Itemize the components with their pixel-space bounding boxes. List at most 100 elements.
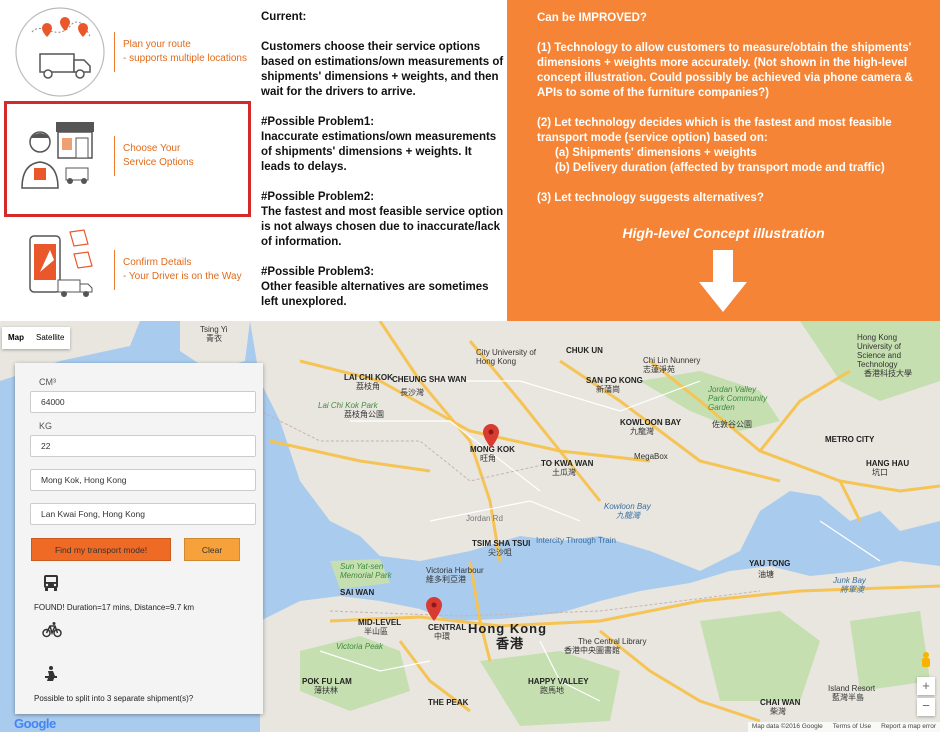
highlight-box (4, 101, 251, 217)
map-label: 荔枝角公園 (344, 410, 384, 419)
problem-1-title: #Possible Problem1: (261, 116, 375, 128)
map-label: 香港 (496, 636, 525, 651)
clear-button[interactable]: Clear (184, 538, 240, 561)
map-label: Chi Lin Nunnery (643, 356, 701, 365)
map-label: Victoria Harbour (426, 566, 484, 575)
map-label: Intercity Through Train (536, 536, 616, 545)
step-divider (114, 32, 115, 72)
zoom-out-icon[interactable]: − (917, 698, 935, 716)
google-logo-text: Google (14, 716, 56, 731)
map-label: 香港中央圖書館 (564, 646, 620, 655)
cm-input[interactable] (30, 391, 256, 413)
route-planning-illustration (12, 4, 108, 100)
current-description: Customers choose their service options b… (261, 41, 504, 98)
map-label: The Central Library (578, 637, 647, 646)
problem-3-text: Other feasible alternatives are sometime… (261, 281, 489, 308)
map-view[interactable]: Tsing Yi 青衣 LAI CHI KOK 荔枝角 CHEUNG SHA W… (0, 321, 940, 732)
map-label: 跑馬地 (540, 686, 564, 695)
step-text: Plan your route - supports multiple loca… (123, 38, 247, 66)
step-text: Confirm Details - Your Driver is on the … (123, 256, 242, 284)
problem-3: #Possible Problem3: Other feasible alter… (261, 265, 504, 310)
map-label: Sun Yat-sen Memorial Park (340, 562, 392, 580)
map-label: 坑口 (872, 468, 888, 477)
driver-phone-illustration (12, 222, 108, 318)
map-footer: Map data ©2016 Google Terms of Use Repor… (747, 722, 940, 732)
kg-label: KG (39, 421, 53, 431)
map-label: Jordan Valley Park Community Garden (708, 385, 768, 412)
result-text: FOUND! Duration=17 mins, Distance=9.7 km (34, 603, 195, 612)
map-label: HAPPY VALLEY (528, 677, 589, 686)
map-label: CHAI WAN (760, 698, 801, 707)
zoom-in-icon[interactable]: + (917, 677, 935, 695)
walking-icon[interactable] (42, 665, 60, 683)
problem-3-title: #Possible Problem3: (261, 266, 375, 278)
map-type-control: Map Satellite (2, 327, 71, 349)
transport-form-panel: CM³ KG Find my transport mode! Clear FOU… (15, 363, 263, 714)
map-label: 中環 (434, 632, 450, 641)
map-label: City University of Hong Kong (476, 348, 537, 366)
map-label: TSIM SHA TSUI (472, 539, 531, 548)
kg-input[interactable] (30, 435, 256, 457)
terms-link[interactable]: Terms of Use (833, 723, 871, 731)
split-suggestion: Possible to split into 3 separate shipme… (34, 694, 194, 703)
improved-heading: Can be IMPROVED? (537, 12, 647, 24)
problem-1: #Possible Problem1: Inaccurate estimatio… (261, 115, 504, 175)
step-confirm-details: Confirm Details - Your Driver is on the … (12, 222, 258, 318)
map-label: 薄扶林 (314, 686, 338, 695)
map-label: Lai Chi Kok Park (318, 401, 378, 410)
bicycle-icon[interactable] (42, 621, 62, 639)
problem-2: #Possible Problem2: The fastest and most… (261, 190, 504, 250)
map-label: 維多利亞港 (426, 575, 466, 584)
map-label: 藍灣半島 (832, 693, 864, 702)
map-label: 九龍灣 (630, 427, 654, 436)
map-label: METRO CITY (825, 435, 875, 444)
current-situation: Current: Customers choose their service … (261, 10, 504, 325)
map-label: THE PEAK (428, 698, 469, 707)
google-logo: Google (14, 716, 56, 731)
map-label: 油塘 (758, 570, 774, 579)
find-transport-button[interactable]: Find my transport mode! (31, 538, 171, 561)
report-error-link[interactable]: Report a map error (881, 723, 936, 731)
tab-map[interactable]: Map (2, 327, 30, 349)
map-label: 將軍澳 (840, 585, 864, 594)
map-label: 新蒲崗 (596, 385, 620, 394)
map-label: Island Resort (828, 684, 876, 693)
map-label: 九龍灣 (616, 511, 640, 520)
map-label: LAI CHI KOK (344, 373, 393, 382)
down-arrow-icon (699, 250, 747, 312)
tab-satellite[interactable]: Satellite (30, 327, 70, 349)
map-label: 土瓜灣 (552, 468, 576, 477)
improvement-1: (1) Technology to allow customers to mea… (537, 42, 913, 99)
map-label: Kowloon Bay (604, 502, 651, 511)
map-label: 柴灣 (770, 707, 786, 716)
map-label: MegaBox (634, 452, 668, 461)
map-label: 旺角 (480, 454, 496, 463)
pegman-icon[interactable] (917, 651, 935, 673)
improvement-2-text: (2) Let technology decides which is the … (537, 117, 892, 144)
map-label: Junk Bay (833, 576, 866, 585)
destination-input[interactable] (30, 503, 256, 525)
improvement-2a: (a) Shipments' dimensions + weights (555, 147, 757, 159)
map-label: 長沙灣 (400, 388, 424, 397)
problem-2-title: #Possible Problem2: (261, 191, 375, 203)
improvement-2b: (b) Delivery duration (affected by trans… (555, 162, 885, 174)
map-label: Hong Kong (468, 621, 548, 636)
map-label: TO KWA WAN (541, 459, 594, 468)
problem-1-text: Inaccurate estimations/own measurements … (261, 131, 497, 173)
cm-label: CM³ (39, 377, 56, 387)
map-label: CHUK UN (566, 346, 603, 355)
map-pin-icon[interactable] (483, 424, 499, 448)
step-plan-route: Plan your route - supports multiple loca… (12, 4, 258, 100)
map-label: Hong Kong University of Science and Tech… (857, 333, 902, 369)
origin-input[interactable] (30, 469, 256, 491)
concept-title: High-level Concept illustration (622, 225, 825, 241)
map-label: 佐敦谷公園 (712, 420, 752, 429)
map-label: KOWLOON BAY (620, 418, 682, 427)
improvement-2: (2) Let technology decides which is the … (537, 116, 926, 176)
map-pin-icon[interactable] (426, 597, 442, 621)
step-divider (114, 250, 115, 290)
map-label: SAN PO KONG (586, 376, 643, 385)
map-label: Jordan Rd (466, 514, 503, 523)
bus-icon[interactable] (42, 574, 60, 592)
improvement-3: (3) Let technology suggests alternatives… (537, 192, 764, 204)
